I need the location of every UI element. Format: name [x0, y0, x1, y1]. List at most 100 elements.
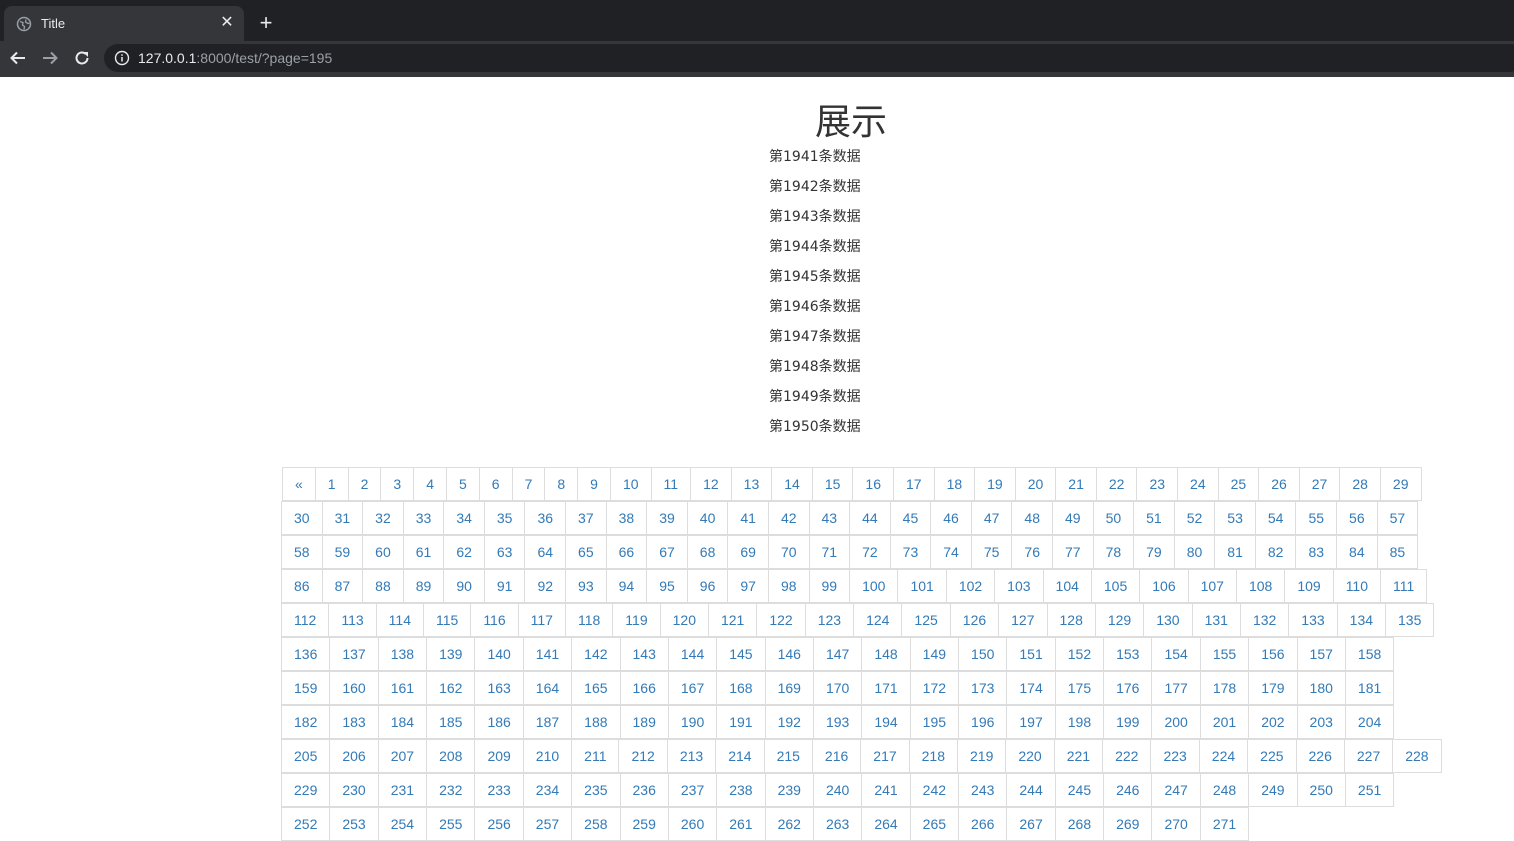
pagination-page-link[interactable]: 270 [1151, 807, 1201, 841]
pagination-page-link[interactable]: 40 [686, 501, 729, 535]
reload-icon[interactable] [71, 47, 93, 69]
pagination-page-link[interactable]: 104 [1042, 569, 1092, 603]
pagination-page-link[interactable]: 96 [686, 569, 729, 603]
pagination-page-link[interactable]: 102 [945, 569, 996, 603]
pagination-page-link[interactable]: 256 [474, 807, 524, 841]
pagination-page-link[interactable]: 201 [1199, 705, 1250, 739]
pagination-page-link[interactable]: 261 [716, 807, 766, 841]
pagination-page-link[interactable]: 219 [957, 739, 1007, 773]
pagination-page-link[interactable]: 81 [1214, 535, 1256, 569]
pagination-page-link[interactable]: 103 [994, 569, 1044, 603]
pagination-page-link[interactable]: 178 [1199, 671, 1250, 705]
pagination-page-link[interactable]: 57 [1376, 501, 1419, 535]
pagination-page-link[interactable]: 71 [808, 535, 851, 569]
pagination-page-link[interactable]: 115 [422, 603, 472, 637]
pagination-page-link[interactable]: 75 [970, 535, 1013, 569]
pagination-page-link[interactable]: 150 [958, 637, 1008, 671]
pagination-page-link[interactable]: 44 [849, 501, 891, 535]
pagination-page-link[interactable]: 141 [522, 637, 573, 671]
pagination-page-link[interactable]: 67 [646, 535, 688, 569]
pagination-page-link[interactable]: 191 [716, 705, 766, 739]
pagination-page-link[interactable]: 51 [1133, 501, 1175, 535]
pagination-page-link[interactable]: 252 [281, 807, 331, 841]
back-arrow-icon[interactable] [7, 47, 29, 69]
pagination-page-link[interactable]: 197 [1006, 705, 1056, 739]
pagination-page-link[interactable]: 247 [1151, 773, 1201, 807]
pagination-page-link[interactable]: 22 [1095, 467, 1138, 501]
pagination-page-link[interactable]: 258 [571, 807, 621, 841]
pagination-page-link[interactable]: 97 [727, 569, 769, 603]
pagination-page-link[interactable]: 13 [730, 467, 773, 501]
pagination-page-link[interactable]: 100 [849, 569, 899, 603]
pagination-page-link[interactable]: 173 [958, 671, 1008, 705]
pagination-page-link[interactable]: 127 [998, 603, 1048, 637]
pagination-page-link[interactable]: 144 [667, 637, 718, 671]
pagination-page-link[interactable]: 105 [1090, 569, 1141, 603]
pagination-page-link[interactable]: 49 [1051, 501, 1094, 535]
pagination-page-link[interactable]: 239 [764, 773, 814, 807]
pagination-page-link[interactable]: 91 [483, 569, 526, 603]
pagination-page-link[interactable]: 185 [426, 705, 476, 739]
pagination-page-link[interactable]: 61 [402, 535, 445, 569]
pagination-page-link[interactable]: 69 [727, 535, 769, 569]
pagination-page-link[interactable]: 117 [517, 603, 566, 637]
pagination-page-link[interactable]: 186 [474, 705, 524, 739]
pagination-page-link[interactable]: 34 [443, 501, 485, 535]
pagination-page-link[interactable]: 151 [1006, 637, 1056, 671]
pagination-page-link[interactable]: 180 [1296, 671, 1346, 705]
pagination-page-link[interactable]: 82 [1254, 535, 1297, 569]
pagination-page-link[interactable]: 223 [1150, 739, 1200, 773]
pagination-page-link[interactable]: 230 [329, 773, 379, 807]
pagination-page-link[interactable]: 112 [281, 603, 330, 637]
pagination-page-link[interactable]: 1 [314, 467, 349, 501]
pagination-page-link[interactable]: 129 [1094, 603, 1145, 637]
pagination-page-link[interactable]: 271 [1199, 807, 1250, 841]
pagination-page-link[interactable]: 225 [1247, 739, 1297, 773]
pagination-page-link[interactable]: 199 [1103, 705, 1153, 739]
pagination-page-link[interactable]: 227 [1343, 739, 1394, 773]
address-bar[interactable]: 127.0.0.1:8000/test/?page=195 [104, 44, 1514, 72]
pagination-page-link[interactable]: 88 [362, 569, 404, 603]
pagination-page-link[interactable]: 10 [609, 467, 652, 501]
pagination-page-link[interactable]: 108 [1235, 569, 1286, 603]
pagination-page-link[interactable]: 11 [650, 467, 692, 501]
pagination-page-link[interactable]: 89 [402, 569, 445, 603]
pagination-page-link[interactable]: 253 [329, 807, 379, 841]
pagination-page-link[interactable]: 24 [1177, 467, 1219, 501]
pagination-page-link[interactable]: 134 [1336, 603, 1387, 637]
pagination-page-link[interactable]: 101 [897, 569, 947, 603]
pagination-page-link[interactable]: 265 [909, 807, 960, 841]
pagination-page-link[interactable]: 215 [763, 739, 813, 773]
pagination-page-link[interactable]: 198 [1054, 705, 1105, 739]
pagination-page-link[interactable]: 142 [571, 637, 621, 671]
pagination-page-link[interactable]: 38 [605, 501, 648, 535]
pagination-page-link[interactable]: 183 [329, 705, 379, 739]
pagination-page-link[interactable]: 87 [321, 569, 364, 603]
pagination-page-link[interactable]: 222 [1102, 739, 1152, 773]
pagination-page-link[interactable]: 168 [716, 671, 766, 705]
pagination-page-link[interactable]: 236 [619, 773, 669, 807]
pagination-page-link[interactable]: 269 [1103, 807, 1153, 841]
pagination-page-link[interactable]: 98 [767, 569, 810, 603]
pagination-page-link[interactable]: 171 [861, 671, 911, 705]
pagination-page-link[interactable]: 92 [524, 569, 567, 603]
pagination-page-link[interactable]: 72 [849, 535, 891, 569]
pagination-page-link[interactable]: 264 [861, 807, 911, 841]
pagination-page-link[interactable]: 207 [377, 739, 428, 773]
pagination-page-link[interactable]: 99 [808, 569, 851, 603]
pagination-page-link[interactable]: 12 [690, 467, 732, 501]
pagination-page-link[interactable]: 167 [667, 671, 718, 705]
pagination-page-link[interactable]: 58 [281, 535, 323, 569]
pagination-page-link[interactable]: 21 [1055, 467, 1097, 501]
pagination-page-link[interactable]: 121 [707, 603, 758, 637]
pagination-page-link[interactable]: 33 [402, 501, 445, 535]
new-tab-button[interactable]: + [255, 12, 277, 34]
pagination-page-link[interactable]: 73 [889, 535, 932, 569]
pagination-page-link[interactable]: 251 [1344, 773, 1395, 807]
pagination-page-link[interactable]: 27 [1298, 467, 1341, 501]
pagination-page-link[interactable]: 119 [612, 603, 661, 637]
pagination-page-link[interactable]: 110 [1332, 569, 1382, 603]
pagination-page-link[interactable]: 195 [909, 705, 960, 739]
pagination-page-link[interactable]: 42 [767, 501, 810, 535]
pagination-page-link[interactable]: 41 [727, 501, 769, 535]
